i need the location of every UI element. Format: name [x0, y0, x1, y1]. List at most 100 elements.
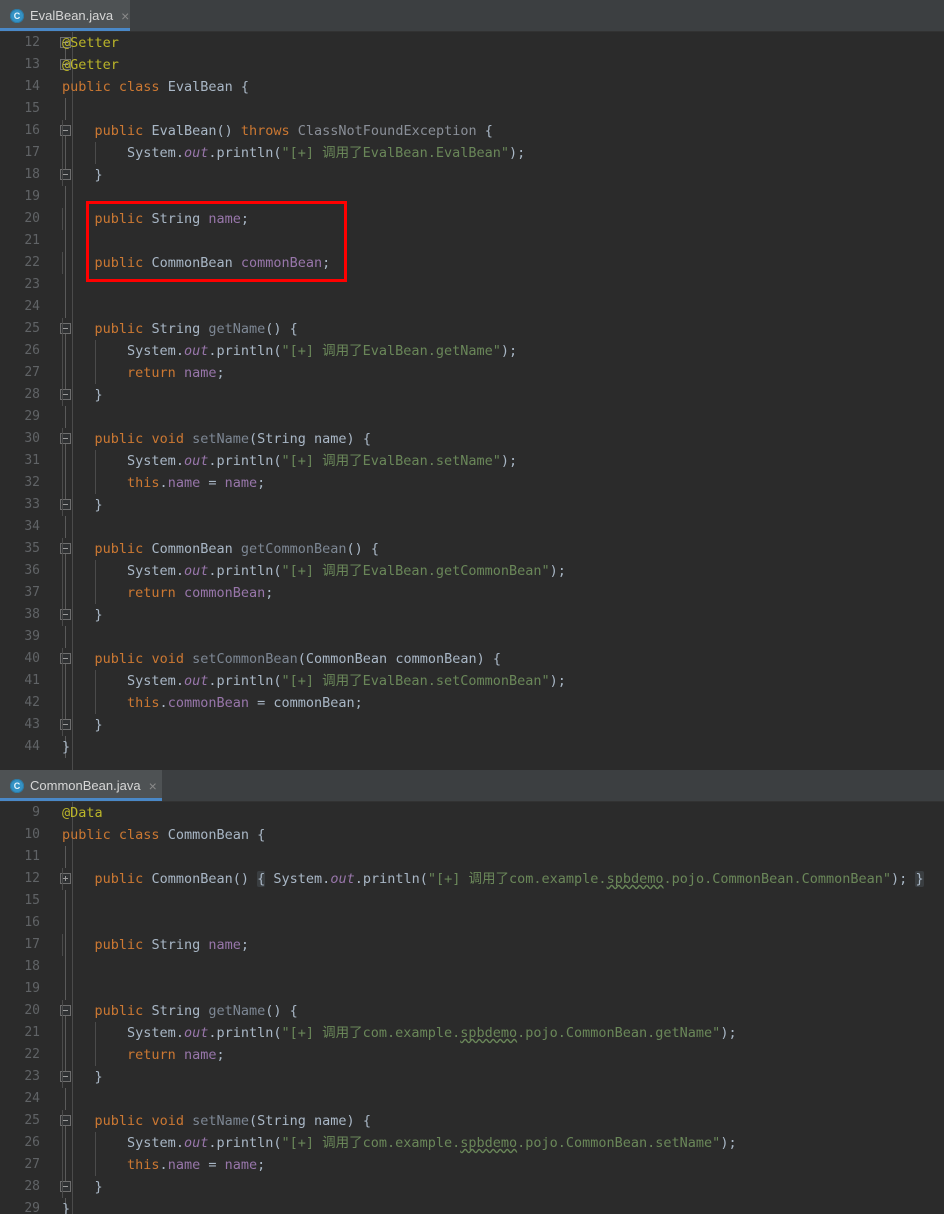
code-line[interactable]: 31 System.out.println("[+] 调用了EvalBean.s…: [0, 450, 944, 472]
fold-marker: [55, 230, 77, 252]
code-text: public String getName() {: [94, 321, 298, 337]
code-text: System.out.println("[+] 调用了EvalBean.getC…: [127, 563, 566, 579]
code-line[interactable]: 18: [0, 956, 944, 978]
line-number: 20: [24, 1003, 40, 1018]
code-line[interactable]: 26 System.out.println("[+] 调用了EvalBean.g…: [0, 340, 944, 362]
code-line[interactable]: 17 public String name;: [0, 934, 944, 956]
tab-commonbean-java[interactable]: C CommonBean.java ×: [0, 770, 162, 801]
line-number: 32: [24, 475, 40, 490]
code-line[interactable]: 16 public EvalBean() throws ClassNotFoun…: [0, 120, 944, 142]
code-text: this.commonBean = commonBean;: [127, 695, 363, 711]
code-line[interactable]: 41 System.out.println("[+] 调用了EvalBean.s…: [0, 670, 944, 692]
code-text: public CommonBean getCommonBean() {: [94, 541, 380, 557]
line-number: 44: [24, 739, 40, 754]
code-line[interactable]: 44}: [0, 736, 944, 758]
code-line[interactable]: 15: [0, 890, 944, 912]
code-text: public void setName(String name) {: [94, 1113, 371, 1129]
code-line[interactable]: 37 return commonBean;: [0, 582, 944, 604]
fold-marker: [55, 406, 77, 428]
code-line[interactable]: 40 public void setCommonBean(CommonBean …: [0, 648, 944, 670]
code-line[interactable]: 22 public CommonBean commonBean;: [0, 252, 944, 274]
fold-marker: [55, 296, 77, 318]
code-line[interactable]: 19: [0, 978, 944, 1000]
code-line[interactable]: 10 public class CommonBean {: [0, 824, 944, 846]
code-text: this.name = name;: [127, 475, 266, 491]
code-line[interactable]: 24: [0, 296, 944, 318]
code-line[interactable]: 14 public class EvalBean {: [0, 76, 944, 98]
line-number: 20: [24, 211, 40, 226]
editor-tabbar-2[interactable]: C CommonBean.java ×: [0, 770, 944, 802]
line-number: 36: [24, 563, 40, 578]
code-line[interactable]: 38 }: [0, 604, 944, 626]
code-line[interactable]: 9 @Data: [0, 802, 944, 824]
code-text: public class CommonBean {: [62, 827, 266, 843]
code-text: }: [62, 607, 103, 623]
tab-label: CommonBean.java: [30, 778, 141, 793]
java-class-icon: C: [10, 778, 24, 793]
code-line[interactable]: 25 public void setName(String name) {: [0, 1110, 944, 1132]
code-line[interactable]: 26 System.out.println("[+] 调用了com.exampl…: [0, 1132, 944, 1154]
code-line[interactable]: 18 }: [0, 164, 944, 186]
code-text: return name;: [127, 365, 225, 381]
code-text: public void setCommonBean(CommonBean com…: [94, 651, 501, 667]
code-line[interactable]: 36 System.out.println("[+] 调用了EvalBean.g…: [0, 560, 944, 582]
code-text: @Data: [62, 805, 103, 821]
code-line[interactable]: 35 public CommonBean getCommonBean() {: [0, 538, 944, 560]
code-line[interactable]: 17 System.out.println("[+] 调用了EvalBean.E…: [0, 142, 944, 164]
code-line[interactable]: 20 public String getName() {: [0, 1000, 944, 1022]
line-number: 19: [24, 981, 40, 996]
code-text: System.out.println("[+] 调用了EvalBean.setN…: [127, 453, 518, 469]
code-line[interactable]: 21 System.out.println("[+] 调用了com.exampl…: [0, 1022, 944, 1044]
code-line[interactable]: 42 this.commonBean = commonBean;: [0, 692, 944, 714]
fold-marker: [55, 516, 77, 538]
line-number: 24: [24, 1091, 40, 1106]
line-number: 18: [24, 167, 40, 182]
code-line[interactable]: 27 this.name = name;: [0, 1154, 944, 1176]
editor-tabbar-1[interactable]: C EvalBean.java ×: [0, 0, 944, 32]
fold-marker: [55, 274, 77, 296]
code-line[interactable]: 12 public CommonBean() { System.out.prin…: [0, 868, 944, 890]
code-line[interactable]: 29: [0, 406, 944, 428]
code-line[interactable]: 39: [0, 626, 944, 648]
code-line[interactable]: 15: [0, 98, 944, 120]
code-text: public void setName(String name) {: [94, 431, 371, 447]
code-line[interactable]: 32 this.name = name;: [0, 472, 944, 494]
line-number: 24: [24, 299, 40, 314]
code-line[interactable]: 11: [0, 846, 944, 868]
code-text: @Getter: [62, 57, 119, 73]
code-line[interactable]: 34: [0, 516, 944, 538]
close-icon[interactable]: ×: [121, 9, 129, 23]
code-line[interactable]: 28 }: [0, 384, 944, 406]
code-text: }: [62, 739, 71, 755]
code-line[interactable]: 20 public String name;: [0, 208, 944, 230]
code-editor-commonbean[interactable]: 9 @Data 10 public class CommonBean {11 12 pu…: [0, 802, 944, 1214]
code-line[interactable]: 28 }: [0, 1176, 944, 1198]
code-line[interactable]: 24: [0, 1088, 944, 1110]
code-text: this.name = name;: [127, 1157, 266, 1173]
code-line[interactable]: 13 @Getter: [0, 54, 944, 76]
code-text: }: [62, 167, 103, 183]
code-line[interactable]: 23: [0, 274, 944, 296]
code-line[interactable]: 16: [0, 912, 944, 934]
code-line[interactable]: 30 public void setName(String name) {: [0, 428, 944, 450]
tab-evalbean-java[interactable]: C EvalBean.java ×: [0, 0, 130, 31]
line-number: 26: [24, 1135, 40, 1150]
line-number: 28: [24, 1179, 40, 1194]
code-line[interactable]: 12 @Setter: [0, 32, 944, 54]
code-line[interactable]: 43 }: [0, 714, 944, 736]
code-line[interactable]: 33 }: [0, 494, 944, 516]
code-editor-evalbean[interactable]: 12 @Setter 13 @Getter 14 public class EvalBea…: [0, 32, 944, 770]
line-number: 21: [24, 1025, 40, 1040]
close-icon[interactable]: ×: [149, 779, 157, 793]
line-number: 43: [24, 717, 40, 732]
code-line[interactable]: 21: [0, 230, 944, 252]
code-line[interactable]: 22 return name;: [0, 1044, 944, 1066]
code-line[interactable]: 25 public String getName() {: [0, 318, 944, 340]
line-number: 38: [24, 607, 40, 622]
code-line[interactable]: 27 return name;: [0, 362, 944, 384]
code-line[interactable]: 23 }: [0, 1066, 944, 1088]
fold-marker: [55, 846, 77, 868]
line-number: 17: [24, 937, 40, 952]
fold-marker: [55, 1088, 77, 1110]
code-line[interactable]: 19: [0, 186, 944, 208]
